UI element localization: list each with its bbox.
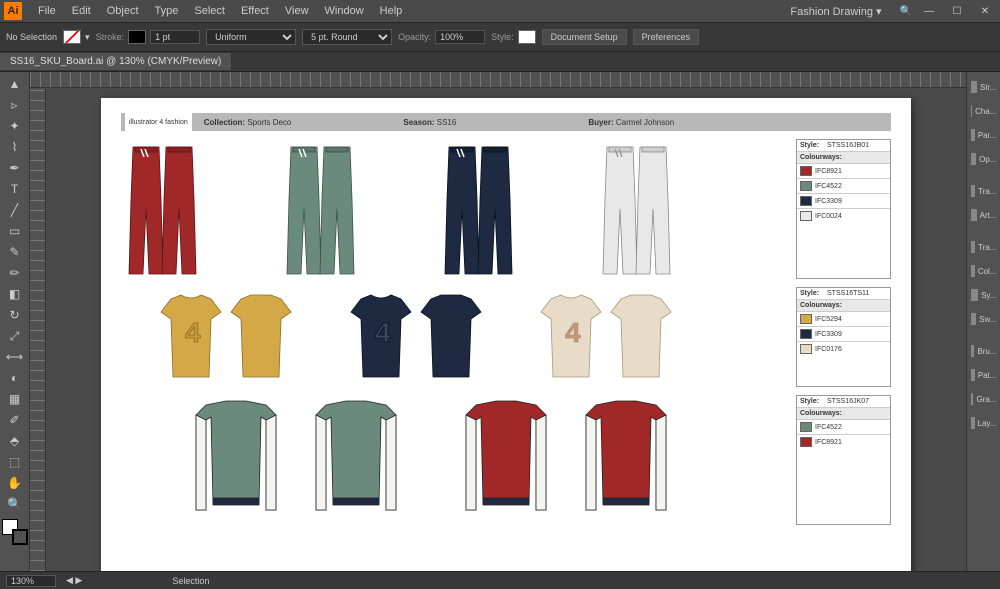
panel-symbols[interactable]: Sy... <box>969 284 999 306</box>
panel-paragraph[interactable]: Par... <box>969 124 999 146</box>
tools-panel: ▲ ▹ ✦ ⌇ ✒ T ╱ ▭ ✎ ✏ ◧ ↻ ⤢ ⟷ ◐ ▦ ✐ ⬘ ⬚ ✋ … <box>0 72 30 571</box>
opacity-input[interactable] <box>435 30 485 44</box>
section-pants: Style: STSS16JB01 Colourways: IFC8921 IF… <box>121 139 891 279</box>
artboard-tool[interactable]: ⬚ <box>3 452 27 472</box>
status-bar: ◀ ▶ Selection <box>0 571 1000 589</box>
menu-help[interactable]: Help <box>372 5 411 17</box>
app-logo: Ai <box>4 2 22 20</box>
pants-teal <box>279 139 429 279</box>
lasso-tool[interactable]: ⌇ <box>3 137 27 157</box>
stroke-label: Stroke: <box>96 32 125 42</box>
maximize-button[interactable]: ☐ <box>946 4 968 18</box>
selection-tool[interactable]: ▲ <box>3 74 27 94</box>
search-icon[interactable]: 🔍 <box>900 6 912 17</box>
eyedropper-tool[interactable]: ✐ <box>3 410 27 430</box>
stroke-swatch[interactable] <box>128 30 146 44</box>
shape-builder-tool[interactable]: ◐ <box>3 368 27 388</box>
panel-character[interactable]: Cha... <box>969 100 999 122</box>
panel-gradient[interactable]: Gra... <box>969 388 999 410</box>
menu-type[interactable]: Type <box>147 5 187 17</box>
menu-view[interactable]: View <box>277 5 317 17</box>
document-setup-button[interactable]: Document Setup <box>542 29 627 45</box>
magic-wand-tool[interactable]: ✦ <box>3 116 27 136</box>
stroke-profile-select[interactable]: Uniform <box>206 29 296 45</box>
panel-pathfinder[interactable]: Pat... <box>969 364 999 386</box>
direct-selection-tool[interactable]: ▹ <box>3 95 27 115</box>
panel-layers[interactable]: Lay... <box>969 412 999 434</box>
line-tool[interactable]: ╱ <box>3 200 27 220</box>
panel-color[interactable]: Col... <box>969 260 999 282</box>
panel-brushes[interactable]: Bru... <box>969 340 999 362</box>
info-box-jackets: Style: STSS16JK07 Colourways: IFC4522 IF… <box>796 395 891 525</box>
ruler-vertical[interactable] <box>30 88 46 571</box>
fill-stroke-control[interactable] <box>2 519 28 545</box>
selection-status: No Selection <box>6 32 57 42</box>
canvas-scroll[interactable]: illustrator 4 fashion Collection: Sports… <box>46 88 966 571</box>
opacity-label: Opacity: <box>398 32 431 42</box>
type-tool[interactable]: T <box>3 179 27 199</box>
panel-artboards[interactable]: Art... <box>969 204 999 226</box>
eraser-tool[interactable]: ◧ <box>3 284 27 304</box>
nav-controls[interactable]: ◀ ▶ <box>66 575 82 586</box>
jacket-red <box>441 395 691 525</box>
info-box-pants: Style: STSS16JB01 Colourways: IFC8921 IF… <box>796 139 891 279</box>
stroke-weight-input[interactable] <box>150 30 200 44</box>
zoom-input[interactable] <box>6 575 56 587</box>
menu-object[interactable]: Object <box>99 5 147 17</box>
ruler-horizontal[interactable] <box>30 72 966 88</box>
info-box-tshirts: Style: STSS16TS11 Colourways: IFC5294 IF… <box>796 287 891 387</box>
workspace-switcher[interactable]: Fashion Drawing ▾ <box>778 5 893 18</box>
blend-tool[interactable]: ⬘ <box>3 431 27 451</box>
panel-swatches[interactable]: Sw... <box>969 308 999 330</box>
scale-tool[interactable]: ⤢ <box>3 326 27 346</box>
control-bar: No Selection ▾ Stroke: Uniform 5 pt. Rou… <box>0 22 1000 52</box>
canvas-area: illustrator 4 fashion Collection: Sports… <box>30 72 966 571</box>
width-tool[interactable]: ⟷ <box>3 347 27 367</box>
pencil-tool[interactable]: ✏ <box>3 263 27 283</box>
menu-bar: Ai File Edit Object Type Select Effect V… <box>0 0 1000 22</box>
doc-logo: illustrator 4 fashion <box>125 113 192 131</box>
doc-header: illustrator 4 fashion Collection: Sports… <box>121 113 891 131</box>
menu-window[interactable]: Window <box>317 5 372 17</box>
menu-effect[interactable]: Effect <box>233 5 277 17</box>
status-mode: Selection <box>172 576 209 586</box>
brush-select[interactable]: 5 pt. Round <box>302 29 392 45</box>
minimize-button[interactable]: — <box>918 4 940 18</box>
jacket-teal <box>171 395 421 525</box>
section-jackets: Style: STSS16JK07 Colourways: IFC4522 IF… <box>121 395 891 525</box>
panel-stroke[interactable]: Str... <box>969 76 999 98</box>
rotate-tool[interactable]: ↻ <box>3 305 27 325</box>
tshirt-cream: 4 <box>531 287 691 387</box>
menu-select[interactable]: Select <box>186 5 233 17</box>
tshirt-navy: 4 <box>341 287 501 387</box>
panel-opacity[interactable]: Op... <box>969 148 999 170</box>
fill-swatch[interactable] <box>63 30 81 44</box>
artboard[interactable]: illustrator 4 fashion Collection: Sports… <box>101 98 911 571</box>
rectangle-tool[interactable]: ▭ <box>3 221 27 241</box>
section-tshirts: 4 4 4 Style: STSS16TS11 Colourways: IFC5… <box>121 287 891 387</box>
style-swatch[interactable] <box>518 30 536 44</box>
pants-grey <box>595 139 745 279</box>
style-label: Style: <box>491 32 514 42</box>
panel-transform[interactable]: Tra... <box>969 180 999 202</box>
document-tab[interactable]: SS16_SKU_Board.ai @ 130% (CMYK/Preview) <box>0 53 232 70</box>
panels-dock: Str... Cha... Par... Op... Tra... Art...… <box>966 72 1000 571</box>
tshirt-mustard: 4 <box>151 287 311 387</box>
paintbrush-tool[interactable]: ✎ <box>3 242 27 262</box>
pants-navy <box>437 139 587 279</box>
pen-tool[interactable]: ✒ <box>3 158 27 178</box>
svg-text:4: 4 <box>565 317 581 348</box>
menu-file[interactable]: File <box>30 5 64 17</box>
zoom-tool[interactable]: 🔍 <box>3 494 27 514</box>
preferences-button[interactable]: Preferences <box>633 29 700 45</box>
gradient-tool[interactable]: ▦ <box>3 389 27 409</box>
menu-edit[interactable]: Edit <box>64 5 99 17</box>
panel-transparency[interactable]: Tra... <box>969 236 999 258</box>
document-tabs: SS16_SKU_Board.ai @ 130% (CMYK/Preview) <box>0 52 1000 72</box>
close-button[interactable]: ✕ <box>974 4 996 18</box>
pants-red <box>121 139 271 279</box>
hand-tool[interactable]: ✋ <box>3 473 27 493</box>
svg-text:4: 4 <box>185 317 201 348</box>
svg-text:4: 4 <box>375 317 391 348</box>
